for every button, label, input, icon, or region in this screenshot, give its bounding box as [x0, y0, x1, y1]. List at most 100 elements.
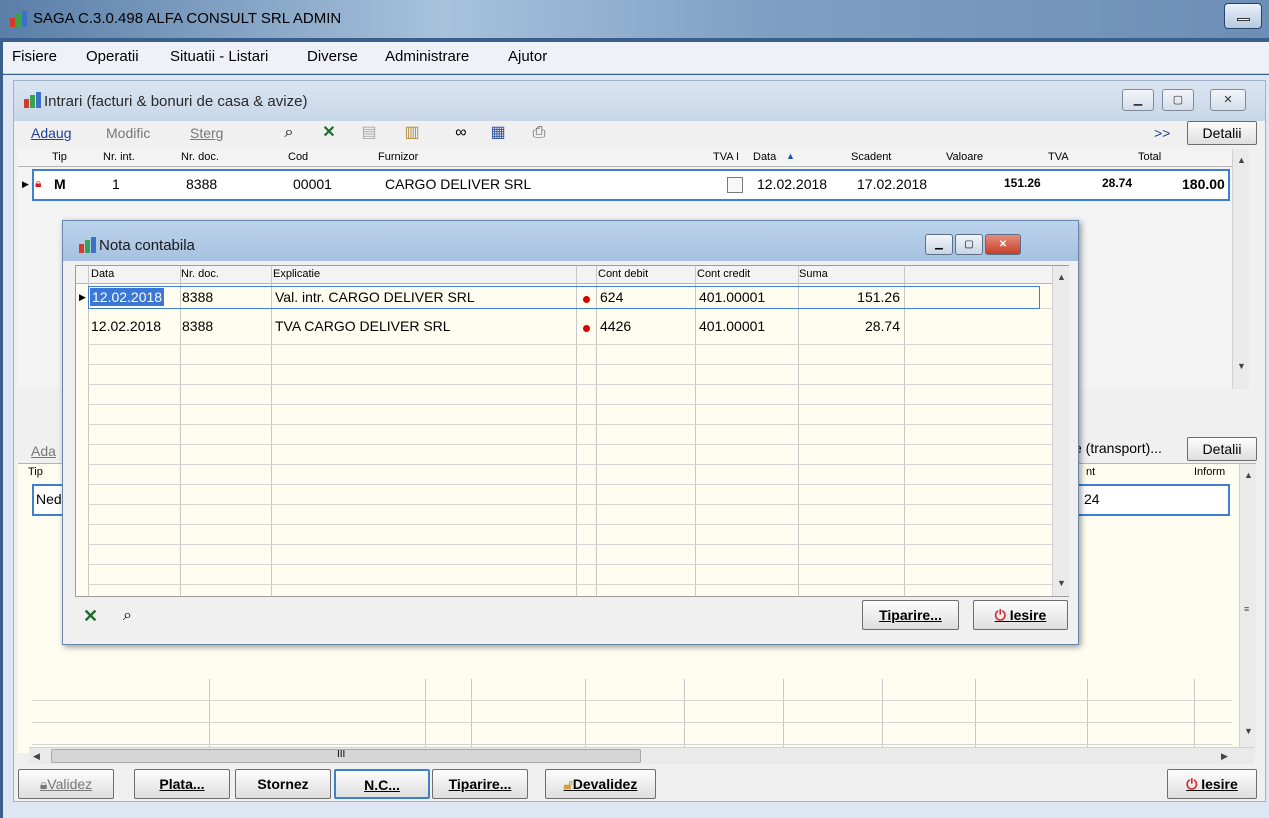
- intrari-maximize-button[interactable]: ▢: [1162, 89, 1194, 111]
- row-pointer-icon: ▶: [22, 179, 29, 189]
- nota-cell-nr-doc: 8388: [182, 318, 214, 334]
- status-dot-icon: [583, 325, 590, 332]
- copy-icon[interactable]: ▤: [359, 123, 379, 143]
- lower-vscroll[interactable]: ▲ ≡ ▼: [1239, 464, 1256, 754]
- nota-vscroll[interactable]: ▲ ▼: [1052, 266, 1069, 596]
- cell-nr-doc: 8388: [186, 176, 218, 192]
- nota-cell-data: 12.02.2018: [91, 318, 162, 334]
- nota-iesire-label: Iesire: [1009, 607, 1047, 623]
- lower-adaug-link[interactable]: Ada: [31, 443, 56, 459]
- menu-fisiere[interactable]: Fisiere: [12, 48, 57, 65]
- tiparire-button[interactable]: Tiparire...: [432, 769, 528, 799]
- paste-icon[interactable]: ▥: [402, 123, 422, 143]
- nota-col-data: Data: [91, 268, 115, 280]
- nota-window-icon: [79, 237, 97, 253]
- scroll-left-icon[interactable]: ◀: [33, 751, 40, 762]
- cell-total: 180.00: [1182, 176, 1225, 192]
- nota-cell-explicatie: Val. intr. CARGO DELIVER SRL: [275, 289, 475, 305]
- sterg-link[interactable]: Sterg: [190, 125, 223, 141]
- lower-cell-val: 24: [1084, 491, 1100, 507]
- lower-scroll-down-icon[interactable]: ▼: [1244, 726, 1253, 736]
- nota-cell-cont-credit: 401.00001: [699, 289, 766, 305]
- excel-icon[interactable]: ✕: [83, 606, 98, 627]
- col-scadent: Scadent: [851, 151, 892, 163]
- lower-cell-tip: Ned: [36, 491, 62, 507]
- cell-scadent: 17.02.2018: [857, 176, 928, 192]
- col-nr-int: Nr. int.: [103, 151, 135, 163]
- scroll-grip-icon: ≡: [1244, 604, 1250, 614]
- cell-cod: 00001: [293, 176, 332, 192]
- nota-scroll-down-icon[interactable]: ▼: [1057, 578, 1066, 588]
- detalii-button[interactable]: Detalii: [1187, 121, 1257, 145]
- print-icon[interactable]: ⎙: [529, 123, 549, 143]
- col-cod: Cod: [288, 151, 309, 163]
- intrari-close-button[interactable]: ✕: [1210, 89, 1246, 111]
- col-furnizor: Furnizor: [378, 151, 419, 163]
- stornez-button[interactable]: Stornez: [235, 769, 331, 799]
- col-tva: TVA: [1048, 151, 1069, 163]
- intrari-title: Intrari (facturi & bonuri de casa & aviz…: [44, 93, 308, 110]
- lower-col-nt: nt: [1086, 466, 1096, 478]
- menu-ajutor[interactable]: Ajutor: [508, 48, 547, 65]
- app-title: SAGA C.3.0.498 ALFA CONSULT SRL ADMIN: [33, 10, 342, 27]
- menu-diverse[interactable]: Diverse: [307, 48, 358, 65]
- intrari-minimize-button[interactable]: ▁: [1122, 89, 1154, 111]
- plata-button[interactable]: Plata...: [134, 769, 230, 799]
- nota-col-cont-credit: Cont credit: [697, 268, 751, 280]
- iesire-button[interactable]: ⏻ Iesire: [1167, 769, 1257, 799]
- nota-col-cont-debit: Cont debit: [598, 268, 649, 280]
- scroll-up-icon[interactable]: ▲: [1237, 155, 1246, 165]
- lower-hscroll[interactable]: ◀ III ▶: [29, 747, 1254, 764]
- intrari-vscroll[interactable]: ▲ ▼: [1232, 149, 1249, 389]
- nota-cell-explicatie: TVA CARGO DELIVER SRL: [275, 318, 451, 334]
- nota-minimize-button[interactable]: ▁: [925, 234, 953, 255]
- nota-cell-suma: 151.26: [857, 289, 900, 305]
- binoculars-icon[interactable]: ⌕: [123, 607, 132, 625]
- nc-button[interactable]: N.C...: [334, 769, 430, 799]
- tva-checkbox[interactable]: [727, 177, 743, 193]
- modific-link[interactable]: Modific: [106, 125, 150, 141]
- binoculars-icon[interactable]: ⌕: [279, 123, 299, 143]
- menu-operatii[interactable]: Operatii: [86, 48, 139, 65]
- menu-administrare[interactable]: Administrare: [385, 48, 469, 65]
- scroll-down-icon[interactable]: ▼: [1237, 361, 1246, 371]
- nota-scroll-up-icon[interactable]: ▲: [1057, 272, 1066, 282]
- nota-contabila-dialog: Nota contabila ▁ ▢ ✕ Data Nr. doc. Expli…: [62, 220, 1079, 645]
- cell-furnizor: CARGO DELIVER SRL: [385, 176, 532, 192]
- nota-tiparire-button[interactable]: Tiparire...: [862, 600, 959, 630]
- more-link[interactable]: >>: [1154, 125, 1170, 141]
- nota-row-pointer-icon: ▶: [79, 292, 86, 302]
- minimize-button[interactable]: [1224, 3, 1262, 29]
- scroll-right-icon[interactable]: ▶: [1221, 751, 1228, 762]
- link-icon[interactable]: ∞: [451, 123, 471, 143]
- nota-title: Nota contabila: [99, 237, 195, 254]
- col-tip: Tip: [52, 151, 67, 163]
- lower-scroll-up-icon[interactable]: ▲: [1244, 470, 1253, 480]
- lower-detalii-button[interactable]: Detalii: [1187, 437, 1257, 461]
- transport-button[interactable]: e (transport)...: [1074, 437, 1184, 461]
- adaug-link[interactable]: Adaug: [31, 125, 71, 141]
- nota-maximize-button[interactable]: ▢: [955, 234, 983, 255]
- power-icon: ⏻: [994, 607, 1006, 623]
- table-icon[interactable]: ▦: [488, 123, 508, 143]
- nota-iesire-button[interactable]: ⏻ Iesire: [973, 600, 1068, 630]
- cell-tva: 28.74: [1102, 176, 1133, 190]
- cell-valoare: 151.26: [1004, 176, 1041, 190]
- iesire-label: Iesire: [1201, 776, 1238, 792]
- validez-button[interactable]: 🔒︎Validez: [18, 769, 114, 799]
- validez-label: Validez: [47, 776, 93, 792]
- nota-close-button[interactable]: ✕: [985, 234, 1021, 255]
- table-row[interactable]: 🔒︎ M 1 8388 00001 CARGO DELIVER SRL 12.0…: [32, 169, 1230, 201]
- intrari-window-icon: [24, 92, 42, 108]
- power-icon: ⏻: [1186, 776, 1198, 792]
- excel-icon[interactable]: ✕: [319, 123, 339, 143]
- hscroll-thumb[interactable]: [51, 749, 641, 763]
- col-valoare: Valoare: [946, 151, 984, 163]
- status-dot-icon: [583, 296, 590, 303]
- nota-grid-header: Data Nr. doc. Explicatie Cont debit Cont…: [76, 266, 1053, 284]
- menu-situatii[interactable]: Situatii - Listari: [170, 48, 268, 65]
- col-total: Total: [1138, 151, 1162, 163]
- nota-cell-cont-debit: 4426: [600, 318, 632, 334]
- nota-col-explicatie: Explicatie: [273, 268, 321, 280]
- devalidez-button[interactable]: 🔓︎Devalidez: [545, 769, 656, 799]
